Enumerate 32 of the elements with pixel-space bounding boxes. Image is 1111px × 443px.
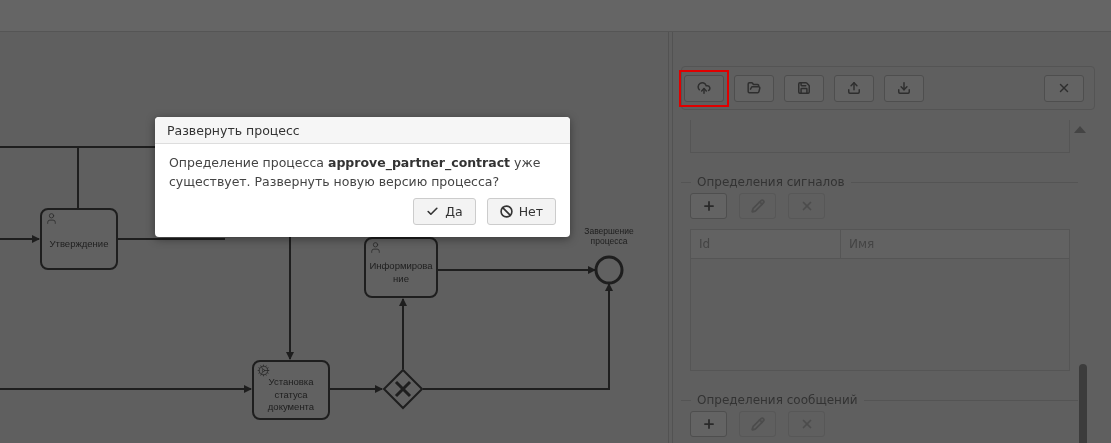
end-event xyxy=(594,255,624,285)
scroll-up-arrow[interactable] xyxy=(1074,126,1086,133)
add-button[interactable] xyxy=(690,411,727,437)
user-icon xyxy=(45,212,58,225)
save-button[interactable] xyxy=(784,74,824,102)
folder-icon xyxy=(747,81,761,95)
scrollbar-thumb[interactable] xyxy=(1079,364,1087,443)
user-icon xyxy=(369,241,382,254)
open-button[interactable] xyxy=(734,74,774,102)
upload-button[interactable] xyxy=(834,74,874,102)
add-button[interactable] xyxy=(690,193,727,219)
download-icon xyxy=(897,81,911,95)
task-label: Утверждение xyxy=(49,237,109,251)
yes-button[interactable]: Да xyxy=(413,197,476,225)
task-label: Информирование xyxy=(369,260,433,285)
gear-icon xyxy=(257,364,270,377)
check-icon xyxy=(426,204,440,218)
task-label: Установка статуса документа xyxy=(266,376,316,414)
no-button[interactable]: Нет xyxy=(486,197,556,225)
dialog-message: Определение процесса approve_partner_contract уже существует. Развернуть новую версию процесса? xyxy=(169,154,542,191)
save-icon xyxy=(797,81,811,95)
ban-icon xyxy=(499,204,513,218)
end-event-label: Завершение процесса xyxy=(583,226,635,247)
dialog-title: Развернуть процесс xyxy=(167,122,300,138)
cloud-upload-icon xyxy=(697,81,711,95)
close-button[interactable] xyxy=(1044,74,1084,102)
exclusive-gateway xyxy=(382,368,424,410)
download-button[interactable] xyxy=(884,74,924,102)
plus-icon xyxy=(701,199,716,213)
plus-icon xyxy=(701,417,716,431)
close-icon xyxy=(1057,81,1071,95)
upload-icon xyxy=(847,81,861,95)
